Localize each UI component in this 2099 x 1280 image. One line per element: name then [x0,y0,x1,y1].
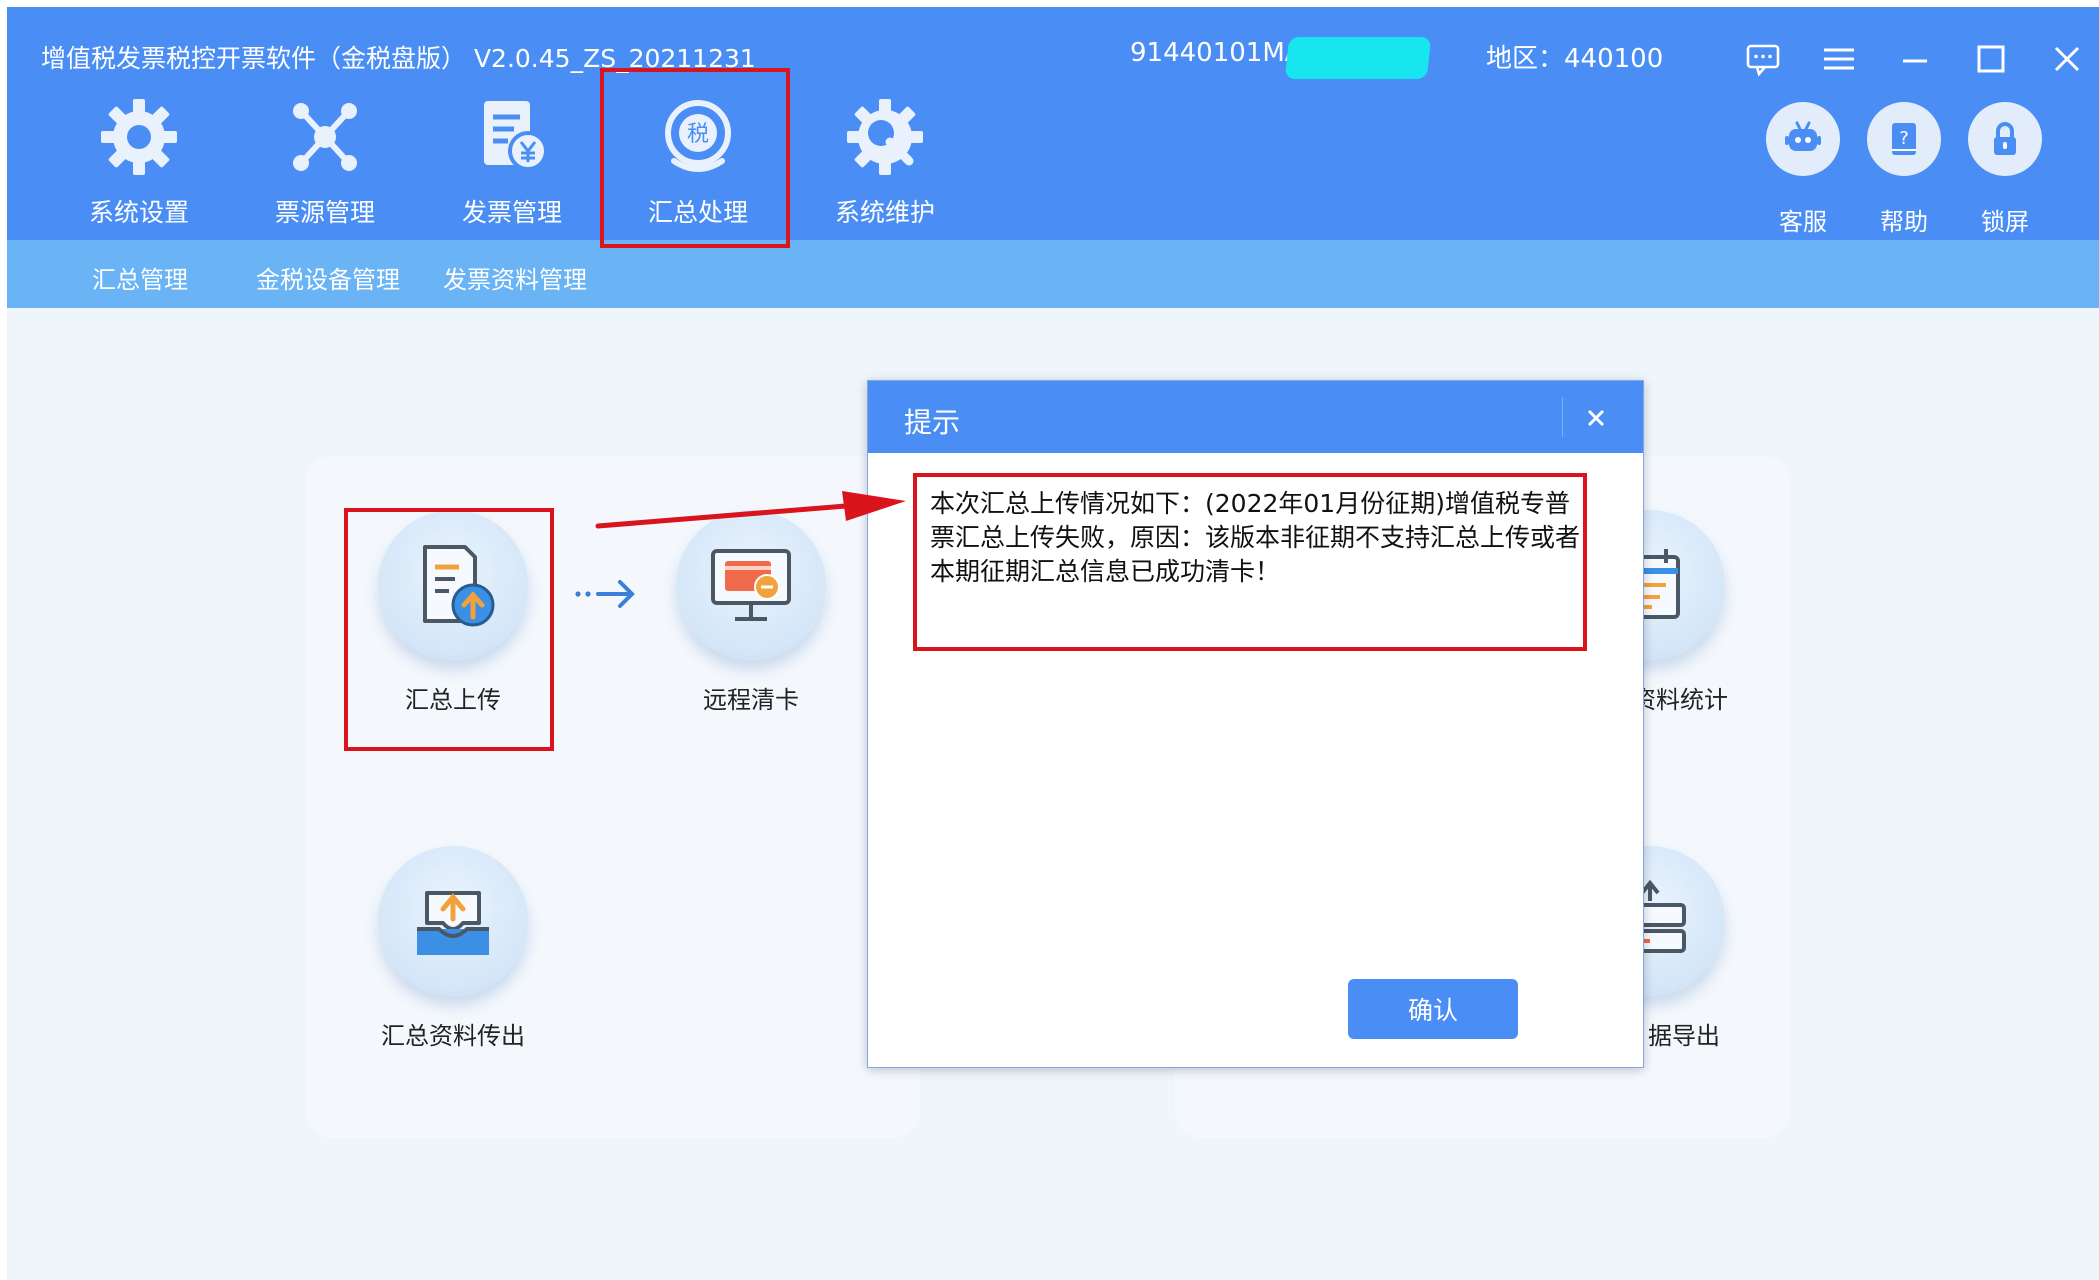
svg-text:?: ? [1899,128,1909,149]
gear-icon [97,95,181,179]
nav-ticket-source[interactable]: 票源管理 [235,95,415,233]
sub-nav-bar: 汇总管理 金税设备管理 发票资料管理 [7,240,2099,308]
invoice-yen-icon [470,95,554,179]
message-icon[interactable] [1741,37,1785,81]
robot-icon [1766,102,1840,176]
lock-icon [1968,102,2042,176]
nav-label: 发票管理 [461,198,562,227]
dialog-header: 提示 [868,381,1643,453]
remote-clear-card-button[interactable]: 远程清卡 [631,510,871,715]
minimize-icon[interactable] [1893,37,1937,81]
nav-invoice-management[interactable]: 发票管理 [422,95,602,233]
app-title: 增值税发票税控开票软件（金税盘版） V2.0.45_ZS_20211231 [41,44,756,73]
wrench-gear-icon [843,95,927,179]
nav-label: 汇总处理 [647,198,748,227]
nav-summary-processing[interactable]: 税 汇总处理 [608,95,788,233]
document-upload-icon [378,510,528,660]
window-frame-left [0,0,7,1280]
function-label: 远程清卡 [703,686,799,714]
confirm-button[interactable]: 确认 [1348,979,1518,1039]
subnav-tax-device-management[interactable]: 金税设备管理 [256,260,400,295]
help-book-icon: ? [1867,102,1941,176]
subnav-invoice-data-management[interactable]: 发票资料管理 [443,260,587,295]
annotation-arrow-icon [590,480,920,540]
dialog-close-icon[interactable] [1576,398,1616,438]
customer-service-button[interactable]: 客服 [1763,102,1843,236]
right-label: 锁屏 [1981,208,2029,236]
window-frame-top [0,0,2099,7]
network-icon [283,95,367,179]
nav-label: 系统设置 [88,198,189,227]
subnav-summary-management[interactable]: 汇总管理 [92,260,188,295]
dialog-message: 本次汇总上传情况如下：(2022年01月份征期)增值税专普票汇总上传失败，原因：… [930,489,1581,586]
svg-text:税: 税 [687,122,709,147]
dialog-header-divider [1562,397,1563,437]
prompt-dialog: 提示 本次汇总上传情况如下：(2022年01月份征期)增值税专普票汇总上传失败，… [867,380,1644,1068]
nav-label: 系统维护 [834,198,935,227]
title-bar: 增值税发票税控开票软件（金税盘版） V2.0.45_ZS_20211231 91… [7,7,2099,240]
close-icon[interactable] [2045,37,2089,81]
menu-icon[interactable] [1817,37,1861,81]
summary-upload-button[interactable]: 汇总上传 [333,510,573,715]
nav-system-settings[interactable]: 系统设置 [49,95,229,233]
right-label: 帮助 [1880,208,1928,236]
tax-seal-icon: 税 [656,95,740,179]
tax-id: 91440101MA [1130,38,1303,68]
nav-label: 票源管理 [274,198,375,227]
help-button[interactable]: ? 帮助 [1864,102,1944,236]
function-label: 汇总资料传出 [381,1022,525,1050]
tray-upload-icon [378,846,528,996]
redaction-mark [1284,37,1432,79]
lock-screen-button[interactable]: 锁屏 [1965,102,2045,236]
function-label: 汇总上传 [405,686,501,714]
nav-system-maintenance[interactable]: 系统维护 [795,95,975,233]
right-label: 客服 [1779,208,1827,236]
dialog-title: 提示 [904,406,961,439]
summary-data-export-button[interactable]: 汇总资料传出 [333,846,573,1051]
maximize-icon[interactable] [1969,37,2013,81]
region-code: 地区：440100 [1486,44,1664,74]
